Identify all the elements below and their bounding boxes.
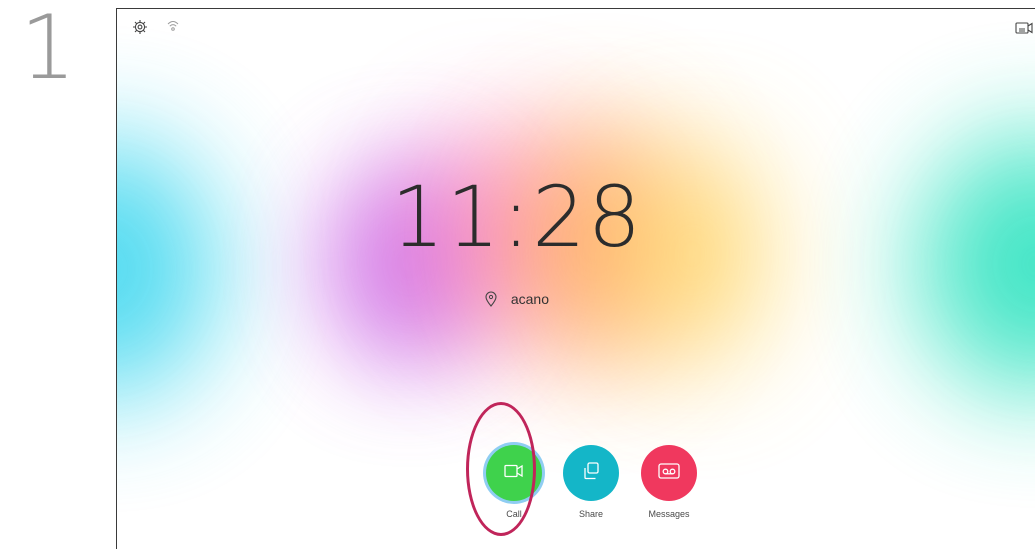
share-button[interactable]: Share: [551, 445, 631, 519]
touch-screen: 11:28 acano Call Share Messages: [116, 8, 1035, 549]
call-highlight-annotation: [466, 402, 536, 536]
wifi-icon: [167, 19, 179, 38]
messages-button[interactable]: Messages: [629, 445, 709, 519]
ambient-gradient-teal: [917, 134, 1035, 394]
location-pin-icon: [485, 291, 497, 310]
clock-time: 11:28: [390, 168, 644, 266]
share-label: Share: [578, 509, 604, 519]
camera-status-icon[interactable]: [1015, 21, 1035, 40]
share-screens-icon: [581, 461, 601, 486]
gear-icon[interactable]: [132, 19, 148, 40]
step-number: 1: [20, 0, 76, 99]
voicemail-icon: [658, 462, 680, 484]
location-label: acano: [510, 291, 550, 307]
location: acano: [117, 291, 917, 310]
messages-label: Messages: [648, 509, 690, 519]
